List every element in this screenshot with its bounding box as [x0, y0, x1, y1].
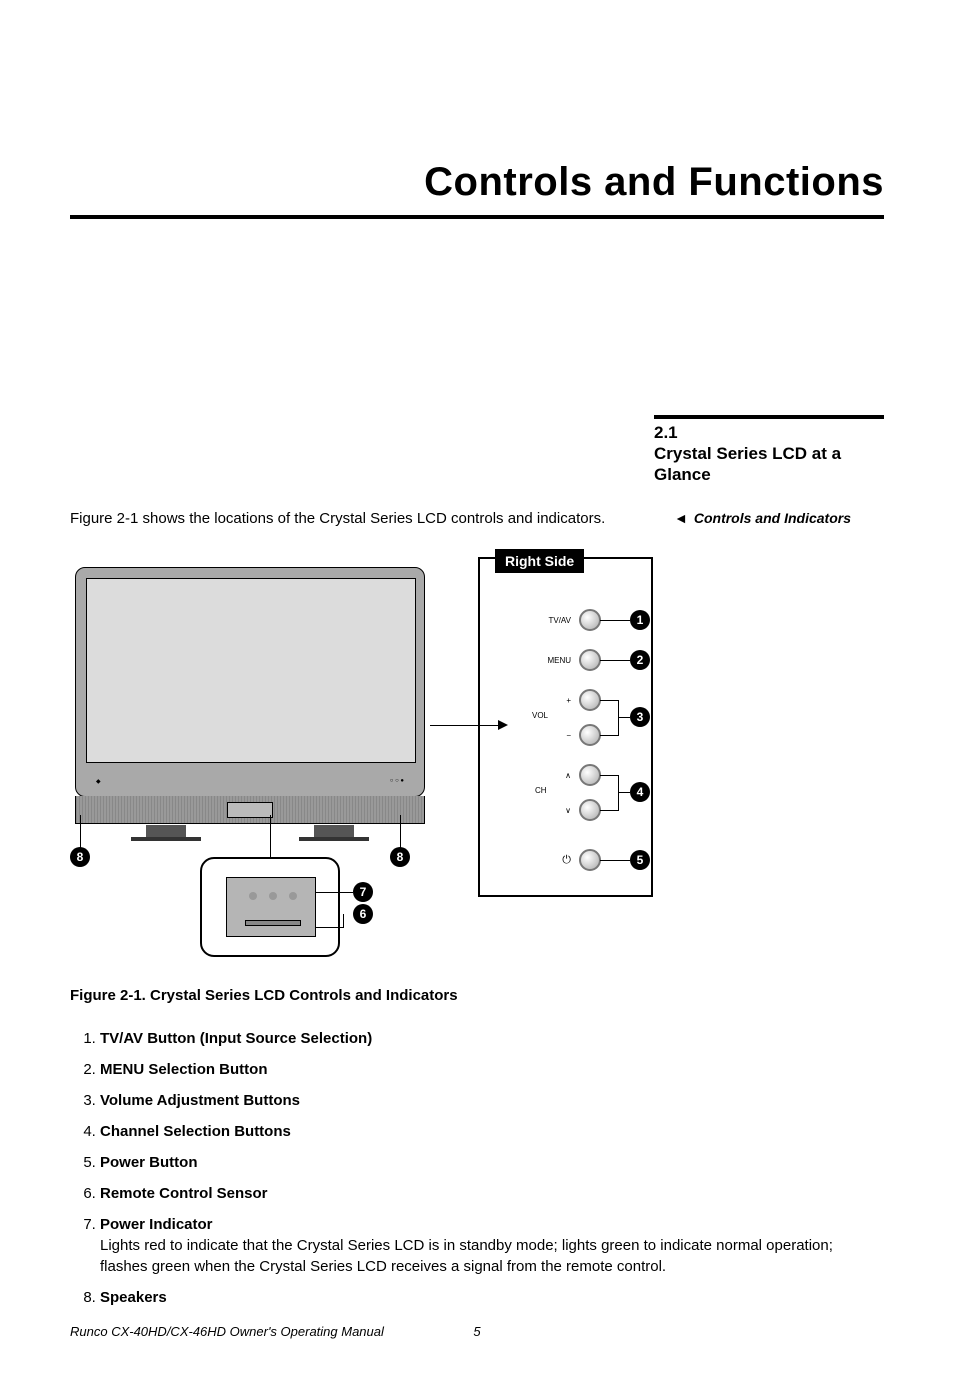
- page-footer: Runco CX-40HD/CX-46HD Owner's Operating …: [70, 1324, 884, 1339]
- power-button-icon: [579, 849, 601, 871]
- callout-4: 4: [630, 782, 650, 802]
- intro-text: Figure 2-1 shows the locations of the Cr…: [70, 510, 654, 527]
- ch-up-button-icon: [579, 764, 601, 786]
- list-item: Remote Control Sensor: [100, 1183, 884, 1204]
- list-item: TV/AV Button (Input Source Selection): [100, 1028, 884, 1049]
- list-item: Speakers: [100, 1287, 884, 1308]
- section-rule: [654, 415, 884, 419]
- ch-group-label: CH: [535, 786, 547, 795]
- tvav-label: TV/AV: [541, 616, 571, 625]
- ch-up-label: ∧: [541, 771, 571, 780]
- vol-group-label: VOL: [532, 711, 548, 720]
- controls-list: TV/AV Button (Input Source Selection) ME…: [100, 1028, 884, 1308]
- callout-2: 2: [630, 650, 650, 670]
- list-item: Power IndicatorLights red to indicate th…: [100, 1214, 884, 1277]
- triangle-left-icon: ◄: [674, 510, 688, 526]
- vol-minus-label: −: [541, 731, 571, 740]
- callout-1: 1: [630, 610, 650, 630]
- menu-label: MENU: [541, 656, 571, 665]
- vol-down-button-icon: [579, 724, 601, 746]
- sensor-detail-box: [200, 857, 340, 957]
- section-title: Crystal Series LCD at a Glance: [654, 443, 884, 486]
- list-item: MENU Selection Button: [100, 1059, 884, 1080]
- tv-illustration: ◆○ ○ ●: [75, 567, 425, 824]
- list-item: Power Button: [100, 1152, 884, 1173]
- power-symbol-icon: ⏻: [541, 854, 571, 867]
- menu-button-icon: [579, 649, 601, 671]
- callout-3: 3: [630, 707, 650, 727]
- callout-7: 7: [353, 882, 373, 902]
- callout-8: 8: [390, 847, 410, 867]
- margin-note: ◄Controls and Indicators: [654, 510, 884, 526]
- right-side-panel: Right Side TV/AV 1 MENU 2 + VOL −: [478, 557, 653, 897]
- callout-8: 8: [70, 847, 90, 867]
- right-tab-label: Right Side: [495, 549, 584, 573]
- figure-diagram: ◆○ ○ ● 8 8 7 6 Right Side: [70, 557, 884, 977]
- section-heading-block: 2.1 Crystal Series LCD at a Glance: [654, 415, 884, 486]
- figure-caption: Figure 2-1. Crystal Series LCD Controls …: [70, 987, 884, 1004]
- footer-page-number: 5: [473, 1324, 480, 1339]
- tvav-button-icon: [579, 609, 601, 631]
- list-item: Channel Selection Buttons: [100, 1121, 884, 1142]
- footer-title: Runco CX-40HD/CX-46HD Owner's Operating …: [70, 1324, 384, 1339]
- ch-down-button-icon: [579, 799, 601, 821]
- page-title: Controls and Functions: [70, 160, 884, 205]
- vol-plus-label: +: [541, 696, 571, 705]
- callout-5: 5: [630, 850, 650, 870]
- title-rule: [70, 215, 884, 219]
- section-number: 2.1: [654, 423, 884, 443]
- vol-up-button-icon: [579, 689, 601, 711]
- list-item: Volume Adjustment Buttons: [100, 1090, 884, 1111]
- ch-down-label: ∨: [541, 806, 571, 815]
- callout-6: 6: [353, 904, 373, 924]
